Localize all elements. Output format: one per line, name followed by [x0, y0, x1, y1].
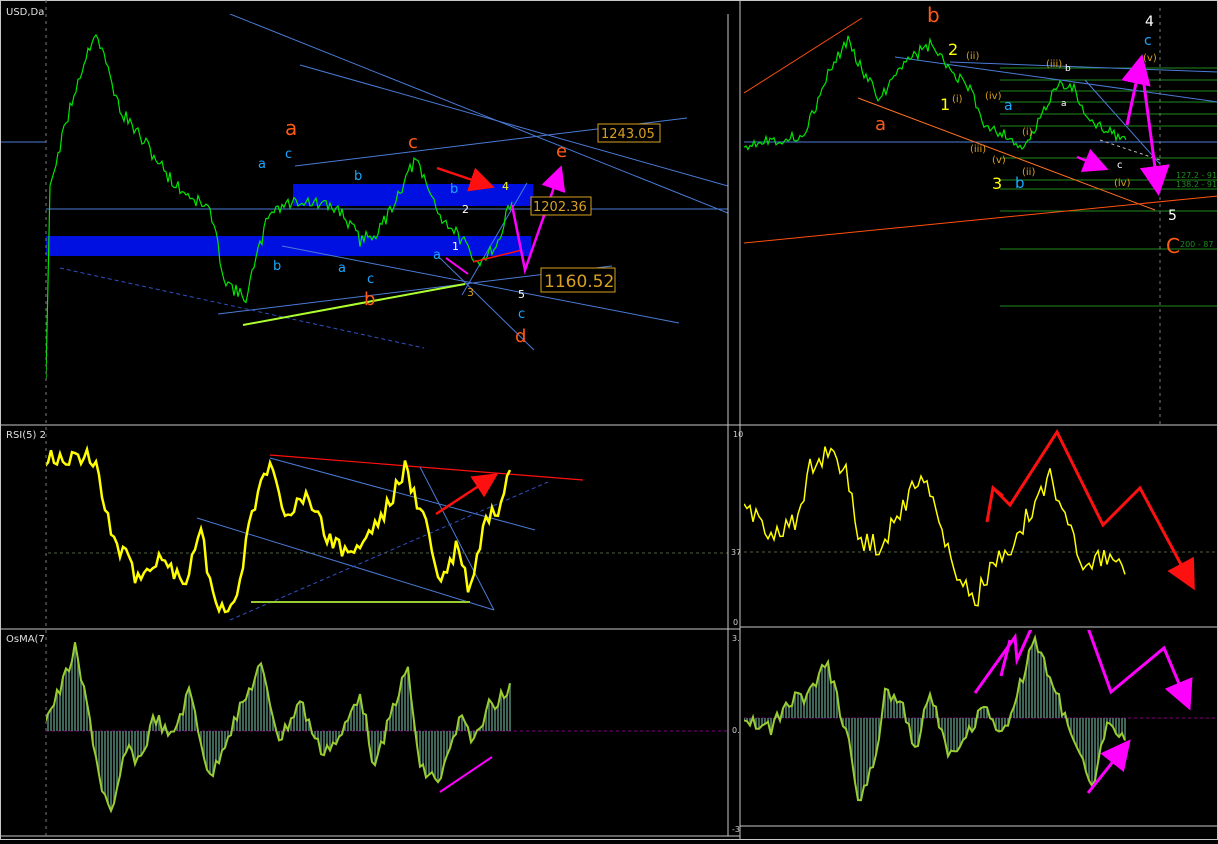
chart-canvas: 1243.05 1202.36 1160.52 USD,Da RSI(5) 2 — [0, 0, 1218, 840]
blue-zone-upper — [293, 184, 533, 206]
price-tag-1160: 1160.52 — [540, 267, 616, 293]
orange-trendline — [744, 195, 1218, 244]
wave-label: a — [338, 261, 346, 276]
wave-label: a — [1004, 98, 1013, 114]
symbol-label: USD,Da — [6, 7, 44, 18]
trendline — [299, 64, 728, 187]
wave-label: b — [364, 289, 375, 310]
magenta-arrow — [445, 257, 469, 275]
wave-label: 1 — [940, 95, 950, 114]
wave-label: (ii) — [966, 51, 979, 62]
rsi-series-right — [744, 446, 1126, 607]
wave-label: c — [285, 147, 292, 162]
wave-label: 2 — [948, 40, 958, 59]
osma-scale-bottom: -3 — [732, 825, 740, 834]
osma-histogram-right — [744, 637, 1126, 801]
price-series-right — [744, 35, 1127, 151]
magenta-projection — [973, 630, 1193, 711]
wave-label: c — [367, 272, 374, 287]
wave-label: a — [433, 248, 441, 263]
wave-label: c — [1117, 160, 1123, 171]
wave-label: (iv) — [1114, 178, 1131, 189]
wave-label: 1 — [452, 240, 459, 253]
rsi-trendline — [269, 457, 536, 531]
trendline — [281, 245, 680, 324]
rsi-label: RSI(5) 2 — [6, 430, 46, 441]
wave-label: (iv) — [985, 91, 1002, 102]
wave-label: (v) — [992, 155, 1006, 166]
wave-label: b — [354, 169, 362, 184]
orange-trendline — [744, 17, 863, 94]
wave-label: c — [1144, 33, 1152, 49]
right-chart-window: 127.2 - 91 138.2 - 91 200 - 87 10 37 0 3… — [731, 8, 1218, 834]
wave-label: a — [258, 157, 266, 172]
wave-label: b — [450, 182, 458, 197]
wave-label: 2 — [462, 203, 469, 216]
red-arrow — [436, 166, 495, 192]
magenta-arrow — [1086, 739, 1131, 794]
wave-label: 4 — [502, 180, 509, 193]
rsi-series-left — [46, 444, 512, 615]
rsi-scale-bottom: 0 — [733, 618, 738, 627]
price-tag-1202-text: 1202.36 — [533, 200, 587, 215]
orange-trendline — [857, 97, 1156, 211]
wave-label: (ii) — [1022, 167, 1035, 178]
wave-label: (i) — [952, 94, 963, 105]
wave-label: 3 — [467, 286, 474, 299]
wave-label: a — [285, 116, 297, 140]
magenta-arrow — [999, 639, 1012, 677]
wave-label: (v) — [1143, 53, 1157, 64]
wave-label: 5 — [518, 288, 525, 301]
wave-label: 4 — [1145, 14, 1154, 30]
wave-label: c — [408, 132, 418, 153]
wave-label: 5 — [1168, 208, 1177, 224]
price-tag-1243-text: 1243.05 — [601, 127, 655, 142]
price-tag-1160-text: 1160.52 — [544, 272, 614, 292]
fib-label: 138.2 - 91 — [1176, 180, 1217, 189]
wave-labels: acacbbacbb421a3 5cdeba213 ba4c(v)(ii)(i) (i… — [258, 3, 1180, 347]
wave-label: c — [518, 307, 525, 322]
wave-label: (iii) — [970, 144, 986, 155]
wave-label: C — [1166, 234, 1180, 258]
osma-scale-top: 3. — [732, 634, 740, 643]
wave-label: (iii) — [1046, 59, 1062, 70]
magenta-arrow — [1076, 148, 1109, 173]
wave-label: a — [1061, 99, 1067, 109]
price-tag-1202: 1202.36 — [530, 196, 592, 216]
wave-label: (i) — [1022, 127, 1033, 138]
red-projection — [985, 428, 1195, 591]
wave-label: 3 — [992, 174, 1002, 193]
rsi-scale-top: 10 — [733, 430, 743, 439]
wave-label: b — [273, 259, 281, 274]
rsi-trendline — [419, 466, 495, 611]
rsi-red-arrow — [435, 473, 499, 516]
fib-label: 127.2 - 91 — [1176, 171, 1217, 180]
fib-label: 200 - 87 — [1180, 240, 1213, 249]
lime-support-line — [242, 283, 466, 326]
osma-magenta-line — [439, 756, 493, 793]
rsi-trendline-red — [269, 454, 584, 481]
chart-workspace: 1243.05 1202.36 1160.52 USD,Da RSI(5) 2 — [0, 0, 1218, 840]
osma-label: OsMA(7 — [6, 634, 45, 645]
price-tag-1243: 1243.05 — [597, 123, 661, 143]
magenta-arrow — [1121, 54, 1151, 126]
osma-scale-mid: 0. — [732, 726, 740, 735]
price-series-left — [46, 33, 513, 380]
wave-label: b — [927, 3, 940, 27]
wave-label: e — [556, 141, 567, 162]
wave-label: a — [875, 114, 886, 135]
wave-label: d — [515, 326, 526, 347]
left-chart-window: 1243.05 1202.36 1160.52 USD,Da RSI(5) 2 — [0, 7, 728, 814]
wave-label: b — [1065, 64, 1071, 74]
